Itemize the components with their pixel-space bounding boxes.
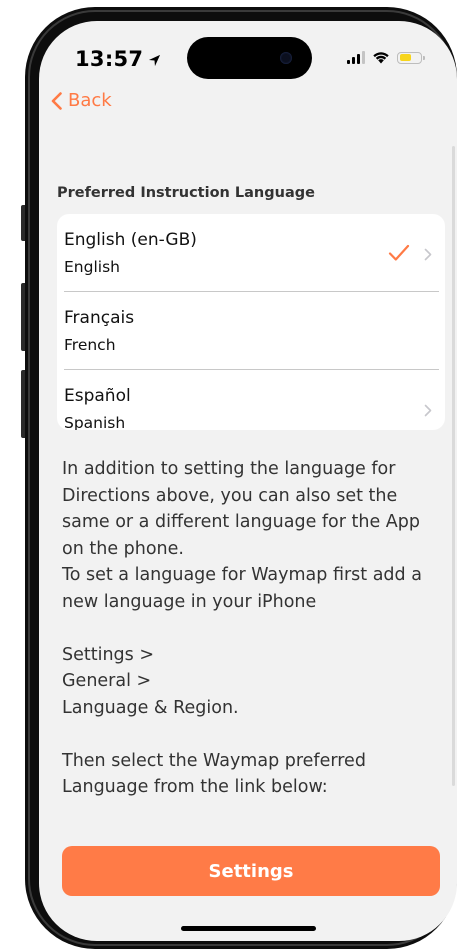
language-name: Français: [64, 308, 135, 328]
section-header: Preferred Instruction Language: [57, 185, 315, 201]
language-translation: Spanish: [64, 414, 126, 430]
info-paragraph: Then select the Waymap preferred Languag…: [62, 750, 366, 798]
battery-level: [399, 54, 411, 61]
scrollbar[interactable]: [452, 146, 455, 786]
cellular-signal-icon: [347, 51, 365, 64]
dynamic-island: [187, 37, 312, 79]
language-name: English (en-GB): [64, 230, 197, 250]
language-translation: French: [64, 336, 116, 354]
front-camera-icon: [280, 52, 292, 64]
settings-path-step: Language & Region.: [62, 697, 239, 718]
back-label: Back: [68, 90, 112, 111]
language-row-spanish[interactable]: Español Spanish: [57, 370, 445, 430]
chevron-left-icon: [51, 91, 62, 110]
language-translation: English: [64, 258, 120, 276]
location-arrow-icon: [149, 54, 161, 67]
checkmark-icon: [388, 244, 410, 261]
language-name: Español: [64, 386, 131, 406]
status-time: 13:57: [75, 47, 161, 71]
language-list: English (en-GB) English Français French …: [57, 214, 445, 430]
settings-path-step: General >: [62, 671, 152, 691]
status-icons: [347, 51, 425, 64]
back-button[interactable]: Back: [51, 90, 112, 111]
phone-screen: 13:57 Back Preferred Instruction Languag…: [39, 21, 457, 941]
home-indicator[interactable]: [181, 926, 316, 931]
info-paragraph: To set a language for Waymap first add a…: [62, 565, 422, 612]
settings-path-step: Settings >: [62, 644, 155, 665]
chevron-right-icon: [424, 404, 432, 417]
language-row-french[interactable]: Français French: [57, 292, 445, 370]
info-paragraph: In addition to setting the language for …: [62, 459, 420, 559]
info-text: In addition to setting the language for …: [62, 456, 442, 801]
wifi-icon: [373, 52, 389, 64]
status-time-text: 13:57: [75, 47, 144, 71]
settings-button[interactable]: Settings: [62, 846, 440, 896]
chevron-right-icon: [424, 248, 432, 261]
battery-icon: [397, 51, 425, 64]
language-row-english[interactable]: English (en-GB) English: [57, 214, 445, 292]
